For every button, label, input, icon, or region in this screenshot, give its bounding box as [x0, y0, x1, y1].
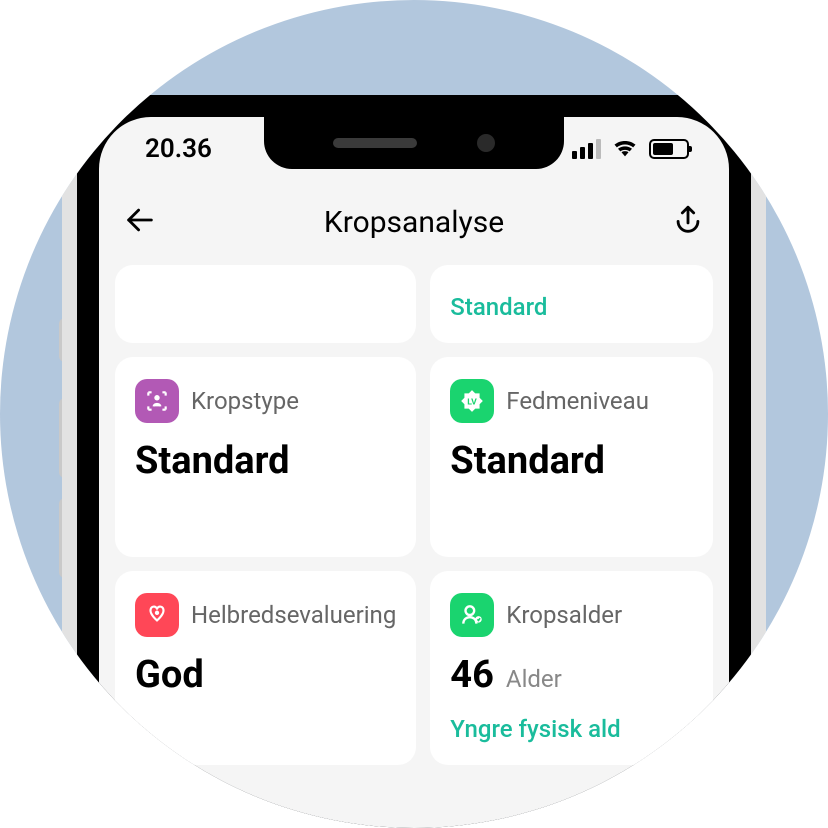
card-label: Helbredsevaluering — [191, 601, 396, 630]
wifi-icon — [611, 136, 639, 162]
speaker-grille — [333, 138, 417, 148]
body-age-icon — [450, 593, 494, 637]
body-type-icon — [135, 379, 179, 423]
status-time: 20.36 — [145, 134, 212, 164]
content-area: Standard Kropstype — [99, 265, 729, 765]
phone-frame: 20.36 — [77, 95, 751, 828]
card-value: 46 — [450, 653, 494, 697]
card-label: Fedmeniveau — [506, 387, 649, 416]
front-camera — [477, 134, 495, 152]
card-label: Kropsalder — [506, 601, 622, 630]
metric-card[interactable] — [115, 265, 416, 343]
card-value: God — [135, 653, 396, 697]
svg-text:LV: LV — [468, 397, 478, 407]
circle-background: 20.36 — [0, 0, 828, 828]
card-label: Kropstype — [191, 387, 299, 416]
card-unit: Alder — [506, 665, 562, 693]
helbred-card[interactable]: Helbredsevaluering God — [115, 571, 416, 765]
fedmeniveau-card[interactable]: LV Fedmeniveau Standard — [430, 357, 713, 557]
obesity-level-icon: LV — [450, 379, 494, 423]
status-badge: Yngre fysisk ald — [450, 715, 693, 743]
page-title: Kropsanalyse — [324, 205, 504, 240]
cellular-signal-icon — [572, 139, 601, 159]
card-value: Standard — [135, 439, 396, 483]
status-badge: Standard — [450, 287, 547, 321]
phone-screen: 20.36 — [99, 117, 729, 828]
navigation-bar: Kropsanalyse — [99, 187, 729, 257]
battery-icon — [649, 139, 689, 159]
metric-card[interactable]: Standard — [430, 265, 713, 343]
health-evaluation-icon — [135, 593, 179, 637]
kropstype-card[interactable]: Kropstype Standard — [115, 357, 416, 557]
share-button[interactable] — [671, 203, 705, 241]
status-icons — [572, 136, 689, 162]
card-value: Standard — [450, 439, 693, 483]
back-button[interactable] — [123, 203, 157, 241]
kropsalder-card[interactable]: Kropsalder 46 Alder Yngre fysisk ald — [430, 571, 713, 765]
phone-notch — [264, 117, 564, 169]
